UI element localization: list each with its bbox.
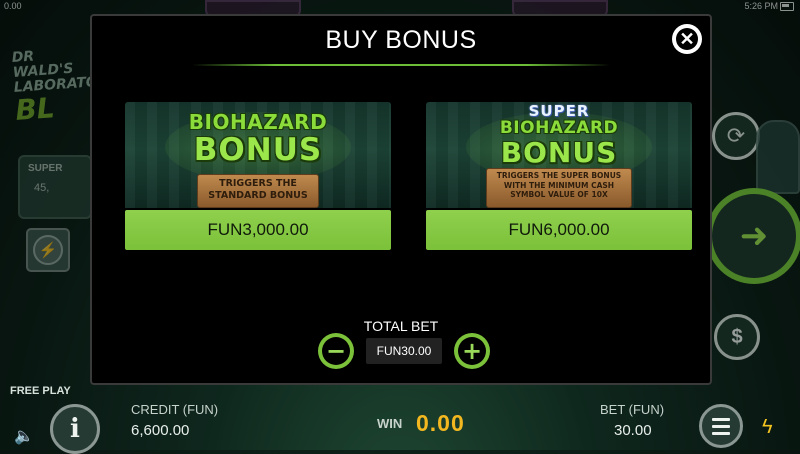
plus-icon: + bbox=[458, 337, 486, 365]
win-value: 0.00 bbox=[416, 410, 465, 436]
bonus-title-line1: BIOHAZARD bbox=[188, 110, 328, 134]
bottom-bar: FREE PLAY 🔈 i CREDIT (FUN) 6,600.00 WIN … bbox=[0, 380, 800, 454]
bonus-description: TRIGGERS THE STANDARD BONUS bbox=[197, 174, 319, 208]
title-divider bbox=[192, 64, 610, 66]
total-bet-value: FUN30.00 bbox=[366, 338, 442, 364]
buy-standard-bonus-button[interactable]: FUN3,000.00 bbox=[125, 210, 391, 250]
bonus-title-line2: BONUS bbox=[500, 136, 618, 169]
bonus-card-art: SUPER BIOHAZARD BONUS TRIGGERS THE SUPER… bbox=[426, 102, 692, 208]
buy-bonus-modal: BUY BONUS ✕ BIOHAZARD BONUS TRIGGERS THE… bbox=[90, 14, 712, 385]
speaker-icon[interactable]: 🔈 bbox=[14, 426, 34, 446]
bonus-card-art: BIOHAZARD BONUS TRIGGERS THE STANDARD BO… bbox=[125, 102, 391, 208]
decrease-bet-button[interactable]: − bbox=[318, 333, 354, 369]
modal-title: BUY BONUS bbox=[325, 26, 477, 54]
bonus-description: TRIGGERS THE SUPER BONUS WITH THE MINIMU… bbox=[486, 168, 632, 208]
credit-label: CREDIT (FUN) bbox=[131, 402, 219, 417]
menu-icon-bar bbox=[712, 424, 730, 428]
buy-super-bonus-button[interactable]: FUN6,000.00 bbox=[426, 210, 692, 250]
minus-icon: − bbox=[322, 337, 350, 365]
bet-value: 30.00 bbox=[614, 422, 652, 439]
credit-value: 6,600.00 bbox=[131, 422, 190, 439]
increase-bet-button[interactable]: + bbox=[454, 333, 490, 369]
info-button[interactable]: i bbox=[50, 404, 100, 454]
free-play-label: FREE PLAY bbox=[10, 385, 71, 397]
menu-icon-bar bbox=[712, 417, 730, 421]
bonus-card-standard: BIOHAZARD BONUS TRIGGERS THE STANDARD BO… bbox=[125, 102, 391, 250]
info-icon: i bbox=[70, 414, 80, 444]
close-icon: ✕ bbox=[676, 28, 698, 50]
total-bet-label: TOTAL BET bbox=[363, 318, 439, 334]
turbo-lightning-icon[interactable]: ϟ bbox=[762, 416, 773, 439]
bonus-card-super: SUPER BIOHAZARD BONUS TRIGGERS THE SUPER… bbox=[426, 102, 692, 250]
bonus-title-line2: BONUS bbox=[193, 132, 323, 168]
menu-icon-bar bbox=[712, 431, 730, 435]
bet-label: BET (FUN) bbox=[600, 402, 665, 417]
menu-button[interactable] bbox=[699, 404, 743, 448]
close-button[interactable]: ✕ bbox=[672, 24, 702, 54]
bonus-title-line1: BIOHAZARD bbox=[499, 118, 619, 138]
win-label: WIN bbox=[377, 416, 403, 431]
